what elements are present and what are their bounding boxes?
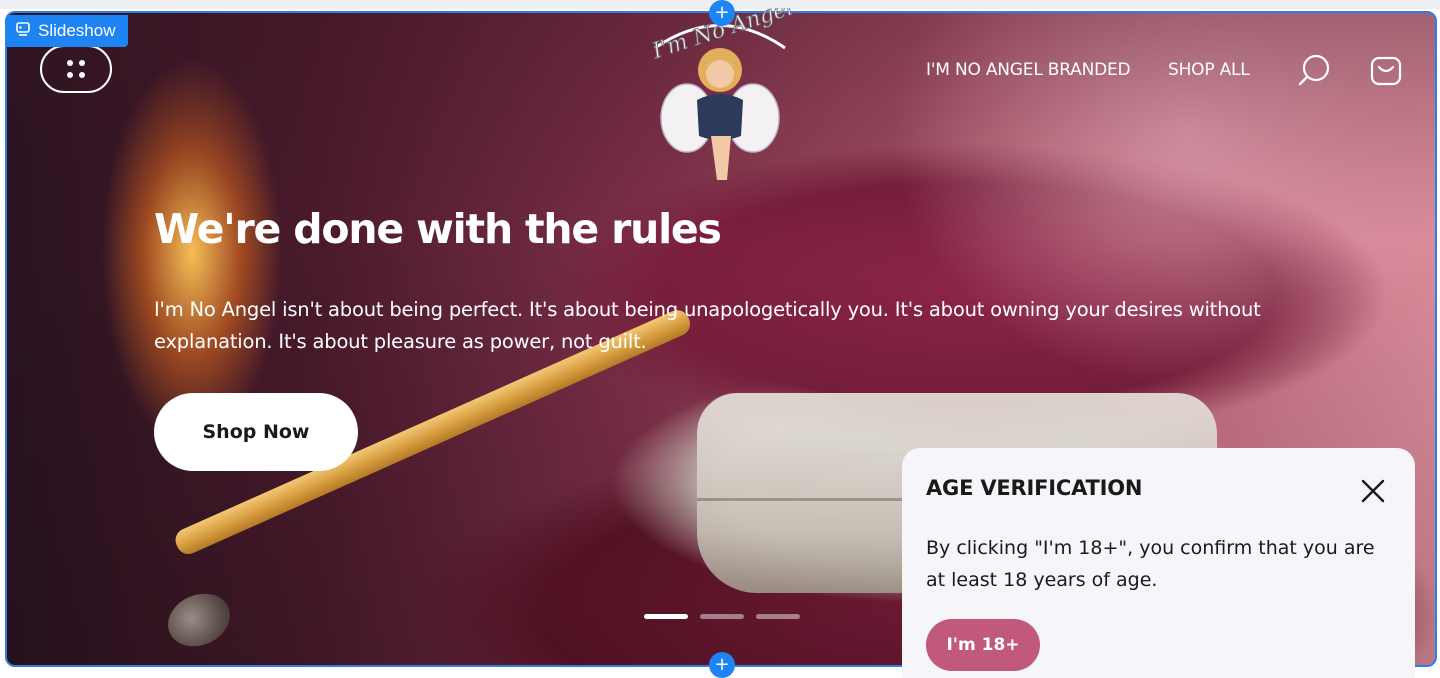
search-icon[interactable] bbox=[1296, 52, 1332, 88]
slideshow-pagination bbox=[644, 614, 800, 619]
hero-description: I'm No Angel isn't about being perfect. … bbox=[154, 298, 1261, 353]
grid-dots-icon bbox=[67, 60, 85, 78]
slideshow-badge-label: Slideshow bbox=[38, 21, 116, 40]
hero-title: We're done with the rules bbox=[154, 205, 722, 253]
close-icon[interactable] bbox=[1358, 476, 1388, 506]
add-section-below-button[interactable]: + bbox=[709, 652, 735, 678]
im-18-plus-button[interactable]: I'm 18+ bbox=[926, 619, 1040, 671]
brand-logo[interactable]: I'm No Angel bbox=[645, 0, 797, 188]
nav-link-im-no-angel-branded[interactable]: I'M NO ANGEL BRANDED bbox=[926, 60, 1131, 80]
age-verification-text: By clicking "I'm 18+", you confirm that … bbox=[926, 537, 1375, 591]
menu-button[interactable] bbox=[40, 45, 112, 93]
slideshow-icon bbox=[15, 21, 31, 42]
add-section-above-button[interactable]: + bbox=[709, 0, 735, 26]
shopping-bag-icon[interactable] bbox=[1368, 52, 1404, 88]
slideshow-section-badge[interactable]: Slideshow bbox=[5, 15, 128, 47]
age-verification-popup: AGE VERIFICATION By clicking "I'm 18+", … bbox=[902, 448, 1415, 678]
slide-dot-2[interactable] bbox=[700, 614, 744, 619]
hero-image-match-head bbox=[159, 584, 239, 656]
age-verification-title: AGE VERIFICATION bbox=[926, 476, 1143, 500]
shop-now-button[interactable]: Shop Now bbox=[154, 393, 358, 471]
nav-link-shop-all[interactable]: SHOP ALL bbox=[1168, 60, 1250, 80]
slide-dot-3[interactable] bbox=[756, 614, 800, 619]
slide-dot-1[interactable] bbox=[644, 614, 688, 619]
